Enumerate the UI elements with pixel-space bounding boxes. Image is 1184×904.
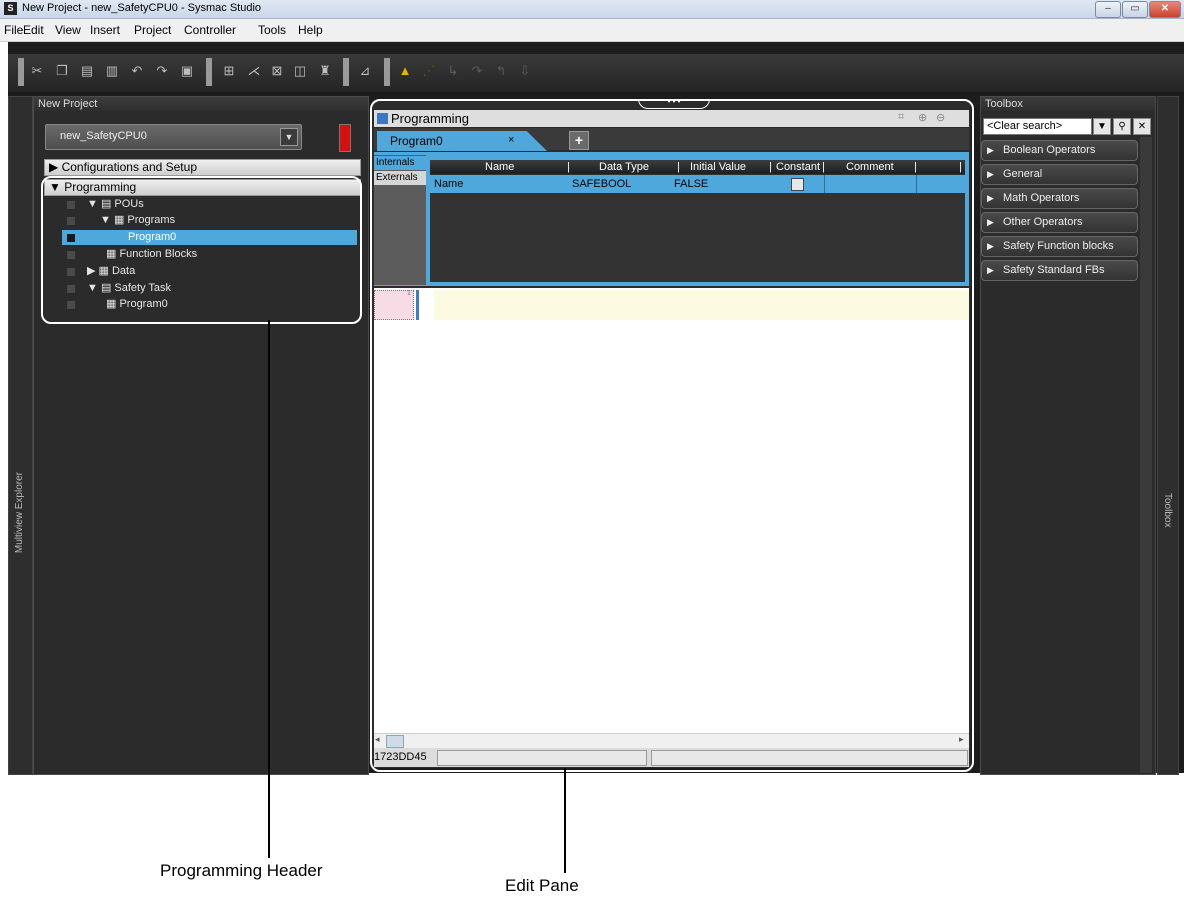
structure-icon[interactable]: ⊞ — [220, 62, 238, 80]
menu-tools[interactable]: Tools — [258, 23, 286, 37]
toolbar-grip — [18, 58, 24, 86]
copy-icon[interactable]: ❐ — [53, 62, 71, 80]
window-title: New Project - new_SafetyCPU0 - Sysmac St… — [22, 2, 262, 14]
callout-line-edit-pane — [564, 768, 566, 873]
toolbox-item-safety-function-blocks[interactable]: ▶ Safety Function blocks — [981, 236, 1138, 257]
toolbox-item-general[interactable]: ▶ General — [981, 164, 1138, 185]
caption-programming-header: Programming Header — [160, 861, 323, 880]
device-selector[interactable]: new_SafetyCPU0 ▼ — [45, 124, 302, 150]
programming-header-callout — [41, 176, 362, 324]
delete-icon[interactable]: ▥ — [103, 62, 121, 80]
app-icon: S — [4, 2, 17, 15]
toolbox-search-input[interactable]: <Clear search> — [983, 118, 1092, 135]
callout-line-programming-header — [268, 320, 270, 858]
toolbar-separator — [384, 58, 390, 86]
multiview-header: New Project — [34, 97, 368, 111]
search-icon[interactable]: ⚲ — [1113, 118, 1131, 135]
title-bar: S New Project - new_SafetyCPU0 - Sysmac … — [0, 0, 1184, 19]
status-indicator — [339, 124, 351, 152]
menu-bar: File Edit View Insert Project Controller… — [0, 19, 1184, 42]
minimize-button[interactable]: – — [1095, 1, 1121, 18]
toolbox-item-other-operators[interactable]: ▶ Other Operators — [981, 212, 1138, 233]
step-over-icon[interactable]: ↷ — [468, 62, 486, 80]
download-icon[interactable]: ⇩ — [516, 62, 534, 80]
toolbox-strip[interactable]: Toolbox — [1157, 96, 1179, 775]
menu-view[interactable]: View — [55, 23, 81, 37]
toolbox-item-safety-standard-fbs[interactable]: ▶ Safety Standard FBs — [981, 260, 1138, 281]
compare-icon[interactable]: ◫ — [291, 62, 309, 80]
search-dropdown-icon[interactable]: ▼ — [1093, 118, 1111, 135]
cross-reference-icon[interactable]: ⊠ — [268, 62, 286, 80]
find-icon[interactable]: ♜ — [316, 62, 334, 80]
toolbox-strip-label: Toolbox — [1162, 493, 1173, 528]
toolbox-item-boolean-operators[interactable]: ▶ Boolean Operators — [981, 140, 1138, 161]
toolbox-item-math-operators[interactable]: ▶ Math Operators — [981, 188, 1138, 209]
multiview-strip[interactable]: Multiview Explorer — [8, 96, 33, 775]
forced-refresh-icon[interactable]: ⋰ — [420, 62, 438, 80]
toolbar-separator — [343, 58, 349, 86]
menu-help[interactable]: Help — [298, 23, 323, 37]
maximize-button[interactable]: ▭ — [1122, 1, 1148, 18]
menu-file[interactable]: File — [4, 23, 23, 37]
dropdown-arrow-icon[interactable]: ▼ — [280, 128, 298, 146]
close-button[interactable]: ✕ — [1149, 1, 1181, 18]
device-name: new_SafetyCPU0 — [60, 130, 147, 142]
toolbox-scrollbar[interactable] — [1140, 137, 1152, 773]
cut-icon[interactable]: ✂ — [28, 62, 46, 80]
warning-icon[interactable]: ▲ — [396, 62, 414, 80]
step-out-icon[interactable]: ↰ — [492, 62, 510, 80]
build-icon[interactable]: ⋌ — [245, 62, 263, 80]
edit-pane-callout — [370, 99, 974, 772]
configurations-and-setup-section[interactable]: ▶ Configurations and Setup — [44, 159, 361, 176]
multiview-strip-label: Multiview Explorer — [14, 472, 25, 554]
paste-icon[interactable]: ▤ — [78, 62, 96, 80]
menu-insert[interactable]: Insert — [90, 23, 120, 37]
toolbar-separator — [206, 58, 212, 86]
pane-grip[interactable]: • • • — [638, 98, 710, 109]
clipboard-icon[interactable]: ▣ — [178, 62, 196, 80]
menu-project[interactable]: Project — [134, 23, 171, 37]
toolbox-header: Toolbox — [981, 97, 1155, 111]
online-icon[interactable]: ⊿ — [356, 62, 374, 80]
clear-search-icon[interactable]: ✕ — [1133, 118, 1151, 135]
step-icon[interactable]: ↳ — [444, 62, 462, 80]
redo-icon[interactable]: ↷ — [153, 62, 171, 80]
caption-edit-pane: Edit Pane — [505, 876, 579, 895]
undo-icon[interactable]: ↶ — [128, 62, 146, 80]
menu-edit[interactable]: Edit — [23, 23, 44, 37]
menu-controller[interactable]: Controller — [184, 23, 236, 37]
